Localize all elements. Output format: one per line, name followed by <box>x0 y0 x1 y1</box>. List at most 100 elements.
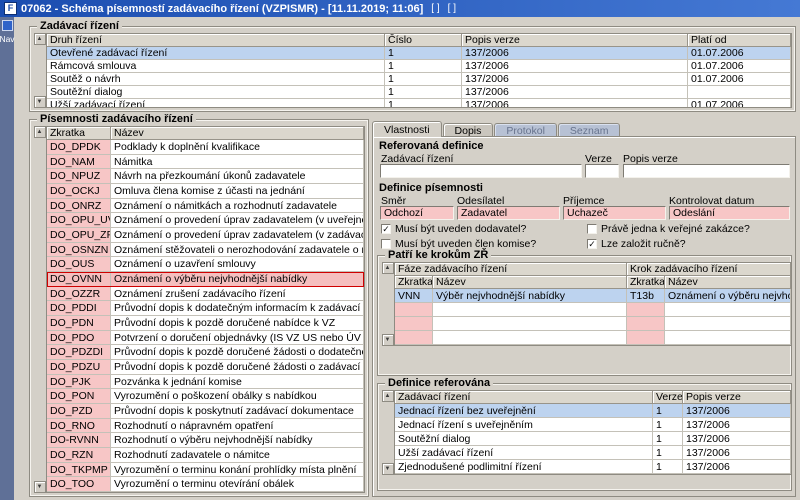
cell-druh-rizeni: Užší zadávací řízení <box>47 99 385 108</box>
krok-empty-row <box>395 317 791 331</box>
cell-popis-verze: 137/2006 <box>462 86 688 99</box>
refdef-row[interactable]: Jednací řízení s uveřejněním 1 137/2006 <box>395 418 791 432</box>
pisemnost-row[interactable]: DO_OZZR Oznámení zrušení zadávacího říze… <box>47 287 364 302</box>
cell-nazev: Omluva člena komise z účasti na jednání <box>111 184 364 199</box>
tab[interactable]: Dopis <box>443 123 494 137</box>
cell-zkratka: DO_OZZR <box>47 287 111 302</box>
cell-plati-od <box>688 86 791 99</box>
group-zadavaci-title: Zadávací řízení <box>37 20 122 32</box>
zadavaci-row[interactable]: Soutěž o návrh 1 137/2006 01.07.2006 <box>47 73 791 86</box>
scroll-up-button[interactable]: ▲ <box>382 390 394 402</box>
pisemnost-row[interactable]: DO_RNO Rozhodnutí o nápravném opatření <box>47 419 364 434</box>
checkbox-item[interactable]: Právě jedna k veřejné zakázce? <box>587 221 787 236</box>
zadavaci-row[interactable]: Rámcová smlouva 1 137/2006 01.07.2006 <box>47 60 791 73</box>
cell-popis-verze: 137/2006 <box>683 418 791 432</box>
field-smer[interactable]: Odchozí <box>380 206 454 220</box>
cell-nazev: Průvodní dopis k poskytnutí zadávací dok… <box>111 404 364 419</box>
checkbox-group: Musí být uveden dodavatel? Právě jedna k… <box>381 221 787 251</box>
cell-krok-nazev-empty <box>665 331 791 345</box>
scroll-up-button[interactable]: ▲ <box>382 262 394 274</box>
tab[interactable]: Seznam <box>558 123 621 137</box>
checkbox-item[interactable]: Musí být uveden dodavatel? <box>381 221 587 236</box>
zadavaci-row[interactable]: Soutěžní dialog 1 137/2006 <box>47 86 791 99</box>
pisemnost-row[interactable]: DO_NPUZ Návrh na přezkoumání úkonů zadav… <box>47 169 364 184</box>
cell-verze: 1 <box>653 432 683 446</box>
tab[interactable]: Protokol <box>494 123 557 137</box>
window-maximize-button[interactable]: [ ] <box>448 3 456 14</box>
checkbox[interactable] <box>381 224 391 234</box>
scroll-down-button[interactable]: ▼ <box>382 463 394 475</box>
app-icon: F <box>4 2 17 15</box>
cell-nazev: Vyrozumění o poškození obálky s nabídkou <box>111 389 364 404</box>
cell-nazev: Oznámení stěžovateli o nerozhodování zad… <box>111 243 364 258</box>
pisemnost-row[interactable]: DO_ONRZ Oznámení o námitkách a rozhodnut… <box>47 199 364 214</box>
cell-nazev: Vyrozumění o terminu konání prohlídky mí… <box>111 463 364 478</box>
scroll-down-button[interactable]: ▼ <box>34 96 46 108</box>
pisemnost-row[interactable]: DO_RZN Rozhodnutí zadavatele o námitce <box>47 448 364 463</box>
kroky-scroll-strip: ▲ ▼ <box>381 262 394 346</box>
group-pisemnosti: Písemnosti zadávacího řízení ▲ ▼ Zkratka… <box>29 119 369 497</box>
cell-zadavaci-rizeni: Jednací řízení s uveřejněním <box>395 418 653 432</box>
pisemnost-row[interactable]: DO_OVNN Oznámení o výběru nejvhodnější n… <box>47 272 364 287</box>
cell-zkratka: DO_PON <box>47 389 111 404</box>
pisemnost-row[interactable]: DO_PDO Potvrzení o doručení objednávky (… <box>47 331 364 346</box>
zadavaci-row[interactable]: Užší zadávací řízení 1 137/2006 01.07.20… <box>47 99 791 108</box>
scroll-up-button[interactable]: ▲ <box>34 126 46 138</box>
pisemnost-row[interactable]: DO_TKPMP Vyrozumění o terminu konání pro… <box>47 463 364 478</box>
field-odesilatel[interactable]: Zadavatel <box>457 206 560 220</box>
pisemnost-row[interactable]: DO_PDZDI Průvodní dopis k pozdě doručené… <box>47 345 364 360</box>
field-kontrolovat-datum[interactable]: Odeslání <box>669 206 790 220</box>
group-zadavaci-rizeni: Zadávací řízení ▲ ▼ Druh řízení Číslo Po… <box>29 26 796 112</box>
refdef-row[interactable]: Zjednodušené podlimitní řízení 1 137/200… <box>395 460 791 474</box>
pisemnost-row[interactable]: DO_OUS Oznámení o uzavření smlouvy <box>47 257 364 272</box>
pisemnost-row[interactable]: DO_TOO Vyrozumění o terminu otevírání ob… <box>47 477 364 492</box>
pisemnost-row[interactable]: DO_NAM Námitka <box>47 155 364 170</box>
checkbox-item[interactable]: Lze založit ručně? <box>587 236 787 251</box>
zadavaci-scroll-strip: ▲ ▼ <box>33 33 46 108</box>
input-verze[interactable] <box>585 164 619 178</box>
krok-row[interactable]: VNN Výběr nejvhodnější nabídky T13b Ozná… <box>395 289 791 303</box>
pisemnost-row[interactable]: DO_PJK Pozvánka k jednání komise <box>47 375 364 390</box>
cell-cislo: 1 <box>385 47 462 60</box>
zadavaci-row[interactable]: Otevřené zadávací řízení 1 137/2006 01.0… <box>47 47 791 60</box>
input-zadavaci-rizeni[interactable] <box>380 164 582 178</box>
refdef-row[interactable]: Jednací řízení bez uveřejnění 1 137/2006 <box>395 404 791 418</box>
cell-verze: 1 <box>653 404 683 418</box>
checkbox-label: Musí být uveden dodavatel? <box>395 223 526 235</box>
cell-cislo: 1 <box>385 60 462 73</box>
cell-plati-od: 01.07.2006 <box>688 47 791 60</box>
nav-icon <box>2 20 13 31</box>
pisemnost-row[interactable]: DO-RVNN Rozhodnutí o výběru nejvhodnější… <box>47 433 364 448</box>
group-patri-ke-krokum: Patří ke krokům ZŘ ▲ ▼ Fáze zadávacího ř… <box>377 255 792 376</box>
column-header-zkratka: Zkratka <box>47 127 111 140</box>
cell-nazev: Oznámení o námitkách a rozhodnutí zadava… <box>111 199 364 214</box>
window-restore-button[interactable]: [ ] <box>431 3 439 14</box>
tab-label: Seznam <box>570 125 609 137</box>
nav-button[interactable]: Nav <box>0 34 15 44</box>
pisemnosti-table: ▲ ▼ Zkratka Název DO_DPDK Podklady k dop… <box>33 126 365 493</box>
pisemnost-row[interactable]: DO_OPU_ZPD Oznámení o provedení úprav za… <box>47 228 364 243</box>
group-pisemnosti-title: Písemnosti zadávacího řízení <box>37 113 196 125</box>
checkbox[interactable] <box>587 224 597 234</box>
checkbox[interactable] <box>587 239 597 249</box>
cell-verze: 1 <box>653 460 683 474</box>
pisemnost-row[interactable]: DO_PON Vyrozumění o poškození obálky s n… <box>47 389 364 404</box>
refdef-row[interactable]: Užší zadávací řízení 1 137/2006 <box>395 446 791 460</box>
pisemnost-row[interactable]: DO_PDZU Průvodní dopis k pozdě doručené … <box>47 360 364 375</box>
scroll-down-button[interactable]: ▼ <box>34 481 46 493</box>
pisemnost-row[interactable]: DO_DPDK Podklady k doplnění kvalifikace <box>47 140 364 155</box>
tab[interactable]: Vlastnosti <box>372 121 442 137</box>
refdef-row[interactable]: Soutěžní dialog 1 137/2006 <box>395 432 791 446</box>
pisemnost-row[interactable]: DO_PZD Průvodní dopis k poskytnutí zadáv… <box>47 404 364 419</box>
pisemnost-row[interactable]: DO_OSNZN Oznámení stěžovateli o nerozhod… <box>47 243 364 258</box>
kroky-table-body: VNN Výběr nejvhodnější nabídky T13b Ozná… <box>395 289 791 303</box>
scroll-up-button[interactable]: ▲ <box>34 33 46 45</box>
scroll-down-button[interactable]: ▼ <box>382 334 394 346</box>
pisemnost-row[interactable]: DO_PDDI Průvodní dopis k dodatečným info… <box>47 301 364 316</box>
pisemnost-row[interactable]: DO_OCKJ Omluva člena komise z účasti na … <box>47 184 364 199</box>
checkbox[interactable] <box>381 239 391 249</box>
pisemnost-row[interactable]: DO_OPU_UV Oznámení o provedení úprav zad… <box>47 213 364 228</box>
pisemnost-row[interactable]: DO_PDN Průvodní dopis k pozdě doručené n… <box>47 316 364 331</box>
field-prijemce[interactable]: Uchazeč <box>563 206 666 220</box>
input-popis-verze[interactable] <box>623 164 790 178</box>
